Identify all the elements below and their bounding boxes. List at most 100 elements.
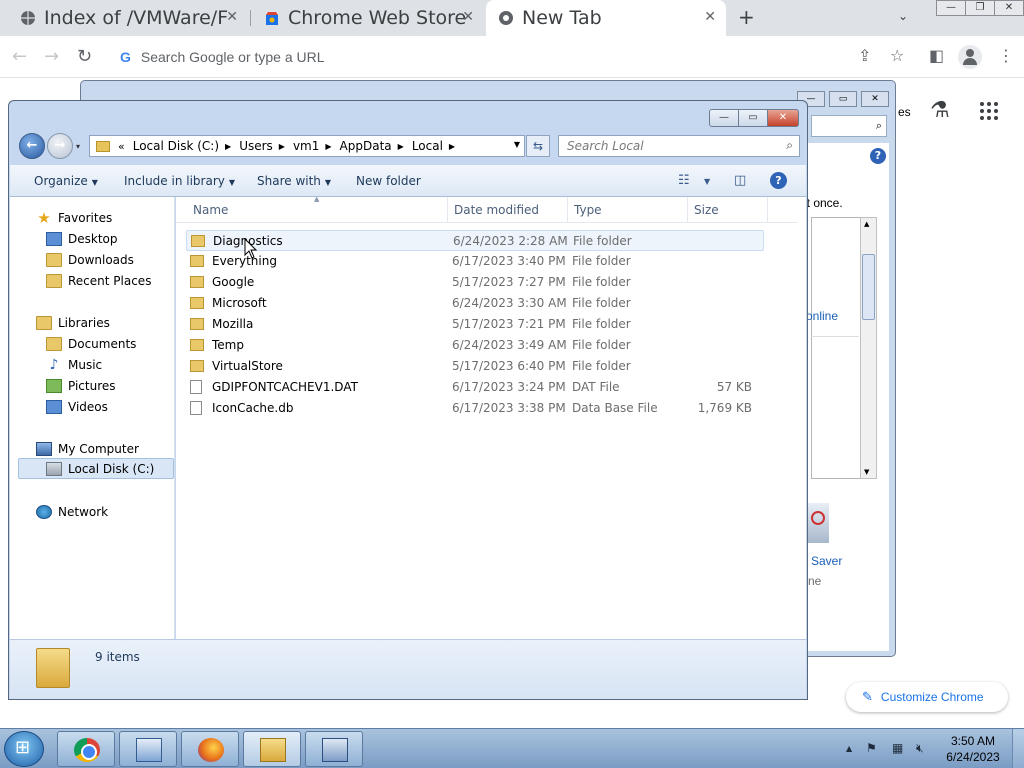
change-view-icon[interactable]: ☷ [678,173,690,188]
sidebar-item-documents[interactable]: Documents [46,333,136,354]
taskbar-remote-desktop-button[interactable] [119,731,177,767]
help-icon[interactable]: ? [870,148,886,164]
taskbar-firefox-button[interactable] [181,731,239,767]
labs-flask-icon[interactable]: ⚗ [930,98,950,123]
refresh-button[interactable]: ⇆ [526,135,550,157]
scroll-down-arrow-icon[interactable]: ▼ [864,468,869,476]
breadcrumb-arrow-icon[interactable]: ▶ [279,142,285,151]
breadcrumb-overflow[interactable]: « [118,140,125,153]
back-button[interactable]: ← [19,133,45,159]
taskbar-explorer-button[interactable] [243,731,301,767]
table-row[interactable]: Mozilla 5/17/2023 7:21 PM File folder [186,314,764,335]
google-apps-icon[interactable] [980,102,998,120]
breadcrumb-arrow-icon[interactable]: ▶ [449,142,455,151]
table-row[interactable]: Microsoft 6/24/2023 3:30 AM File folder [186,293,764,314]
start-button[interactable] [4,731,44,767]
table-row[interactable]: Temp 6/24/2023 3:49 AM File folder [186,335,764,356]
column-divider[interactable] [767,197,768,223]
new-folder-button[interactable]: New folder [356,174,421,188]
table-row[interactable]: Google 5/17/2023 7:27 PM File folder [186,272,764,293]
table-row[interactable]: GDIPFONTCACHEV1.DAT 6/17/2023 3:24 PM DAT … [186,377,764,398]
sidebar-item-pictures[interactable]: Pictures [46,375,116,396]
customize-chrome-button[interactable]: ✎ Customize Chrome [846,682,1008,712]
action-center-flag-icon[interactable]: ⚑ [866,741,877,755]
reload-icon[interactable]: ↻ [77,46,92,67]
column-header-size[interactable]: Size [694,203,719,217]
screen-saver-icon[interactable] [807,503,829,543]
breadcrumb-arrow-icon[interactable]: ▶ [398,142,404,151]
share-with-button[interactable]: Share with ▼ [257,174,331,188]
table-row[interactable]: Everything 6/17/2023 3:40 PM File folder [186,251,764,272]
show-desktop-button[interactable] [1012,729,1024,768]
restore-button[interactable]: ❐ [965,0,995,16]
profile-avatar-icon[interactable] [958,45,982,69]
sidebar-item-network[interactable]: Network [36,501,108,522]
back-arrow-icon[interactable]: ← [12,46,27,67]
new-tab-button[interactable]: + [738,5,755,29]
breadcrumb-item[interactable]: AppData [340,139,392,153]
screen-saver-link[interactable]: Saver [811,554,842,568]
sidebar-item-local-disk[interactable]: Local Disk (C:) [18,458,174,479]
recent-pages-dropdown[interactable]: ▾ [76,142,80,151]
sidebar-item-desktop[interactable]: Desktop [46,228,118,249]
column-divider[interactable] [687,197,688,223]
column-header-date[interactable]: Date modified [454,203,539,217]
column-divider[interactable] [447,197,448,223]
system-clock[interactable]: 3:50 AM 6/24/2023 [940,733,1006,765]
sidebar-item-libraries[interactable]: Libraries [36,312,110,333]
taskbar-keyboard-button[interactable] [305,731,363,767]
help-icon[interactable]: ? [770,172,787,189]
preview-pane-icon[interactable]: ◫ [734,173,746,188]
tab-chrome-web-store[interactable]: Chrome Web Store ✕ [252,0,484,36]
scrollbar-thumb[interactable] [862,254,875,320]
side-panel-icon[interactable]: ◧ [929,46,944,65]
tab-search-icon[interactable]: ⌄ [898,9,908,23]
taskbar-chrome-button[interactable] [57,731,115,767]
forward-arrow-icon[interactable]: → [44,46,59,67]
breadcrumb-item[interactable]: Local [412,139,443,153]
sidebar-item-favorites[interactable]: ★ Favorites [36,207,112,228]
column-divider[interactable] [567,197,568,223]
omnibox[interactable]: G Search Google or type a URL [108,40,848,74]
menu-kebab-icon[interactable]: ⋮ [998,46,1014,65]
close-button[interactable]: ✕ [994,0,1024,16]
search-input[interactable]: Search Local ⌕ [558,135,800,157]
table-row[interactable]: VirtualStore 5/17/2023 6:40 PM File folder [186,356,764,377]
sidebar-item-recent-places[interactable]: Recent Places [46,270,151,291]
close-button[interactable]: ✕ [767,109,799,127]
table-row[interactable]: IconCache.db 6/17/2023 3:38 PM Data Base F… [186,398,764,419]
tab-index-of-vmware[interactable]: Index of /VMWare/F ✕ [8,0,248,36]
table-row[interactable]: Diagnostics 6/24/2023 2:28 AM File folder [186,230,764,251]
column-header-name[interactable]: Name [193,203,228,217]
maximize-button[interactable]: ▭ [738,109,768,127]
sidebar-item-music[interactable]: ♪ Music [46,354,103,375]
address-dropdown-icon[interactable]: ▼ [514,140,520,149]
close-icon[interactable]: ✕ [226,9,238,25]
volume-muted-icon[interactable]: 🔇︎ [916,741,924,756]
breadcrumb-item[interactable]: vm1 [293,139,319,153]
tab-new-tab[interactable]: New Tab ✕ [486,0,726,36]
include-in-library-button[interactable]: Include in library ▼ [124,174,235,188]
bookmark-star-icon[interactable]: ☆ [890,46,904,65]
breadcrumb-arrow-icon[interactable]: ▶ [225,142,231,151]
dialog-search-box[interactable]: ⌕ [811,115,887,137]
breadcrumb-item[interactable]: Local Disk (C:) [133,139,219,153]
maximize-button[interactable]: ▭ [829,91,857,107]
minimize-button[interactable]: — [936,0,966,16]
sidebar-item-downloads[interactable]: Downloads [46,249,134,270]
close-icon[interactable]: ✕ [704,9,716,25]
scroll-up-arrow-icon[interactable]: ▲ [864,220,869,228]
search-icon[interactable]: ⌕ [786,138,793,153]
column-header-type[interactable]: Type [574,203,602,217]
view-options-dropdown-icon[interactable]: ▼ [704,177,710,186]
sidebar-item-videos[interactable]: Videos [46,396,108,417]
address-bar[interactable]: « Local Disk (C:) ▶ Users ▶ vm1 ▶ AppData ▶ … [89,135,525,157]
dialog-link-fragment[interactable]: online [806,309,838,323]
close-button[interactable]: ✕ [861,91,889,107]
dialog-scrollbar[interactable]: ▲ ▼ [860,217,877,479]
forward-button[interactable]: → [47,133,73,159]
breadcrumb-arrow-icon[interactable]: ▶ [325,142,331,151]
share-icon[interactable]: ⇪ [858,46,871,65]
breadcrumb-item[interactable]: Users [239,139,273,153]
organize-button[interactable]: Organize ▼ [34,174,98,188]
